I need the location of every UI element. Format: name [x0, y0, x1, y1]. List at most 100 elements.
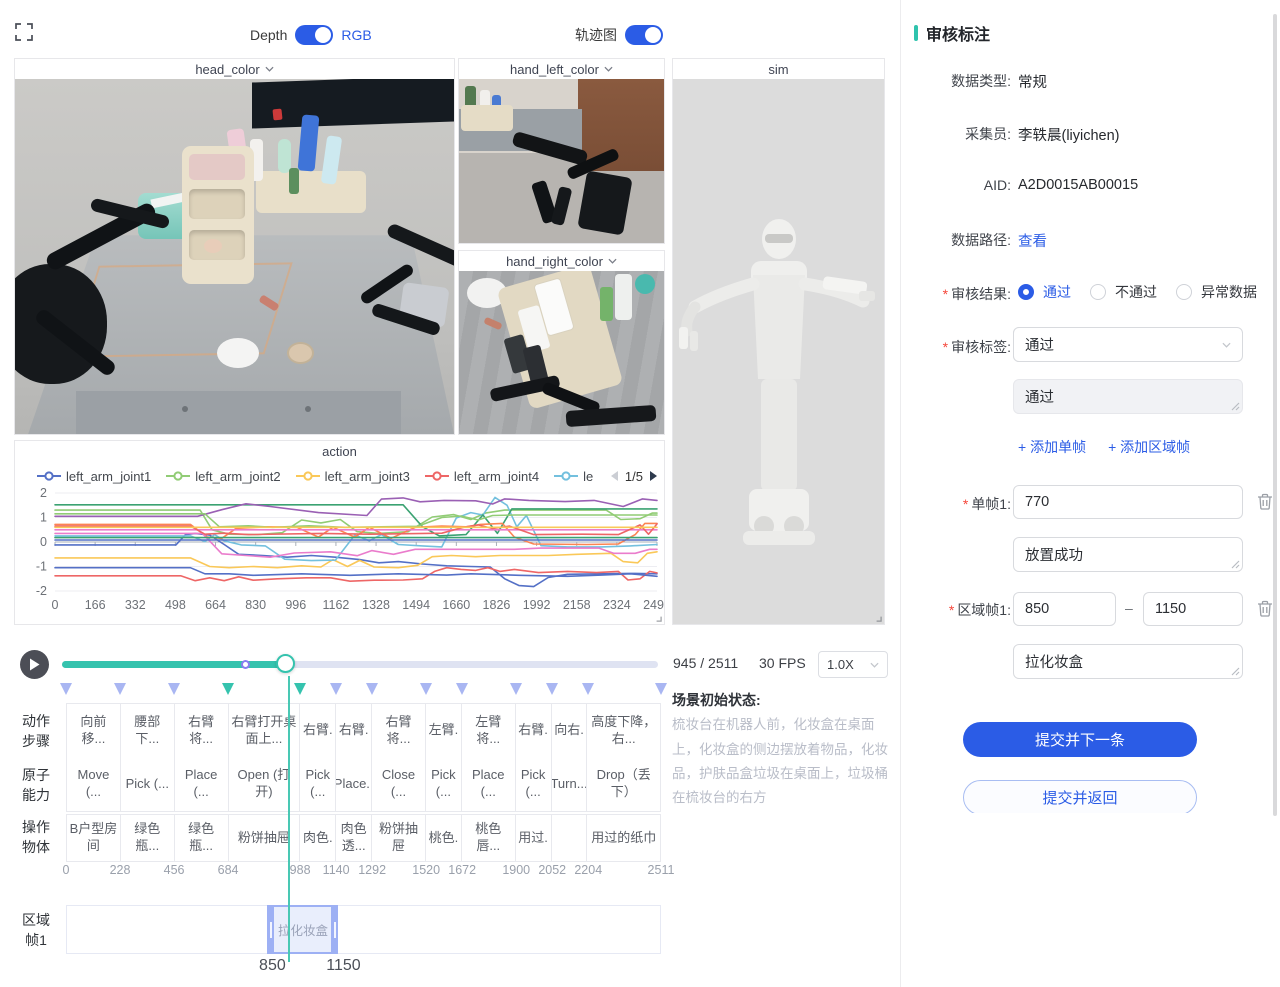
step-cell[interactable]: Pick (...: [121, 757, 175, 811]
review-tag-select[interactable]: 通过: [1013, 327, 1243, 362]
step-cell[interactable]: Pick (...: [516, 757, 552, 811]
legend-item-left_arm_joint4[interactable]: left_arm_joint4: [425, 469, 539, 484]
textarea-resize-icon[interactable]: [1231, 560, 1240, 569]
radio-pass[interactable]: [1018, 284, 1034, 300]
region-start-input[interactable]: 850: [1013, 592, 1116, 626]
playback-slider[interactable]: [62, 661, 658, 668]
timeline-marker[interactable]: [222, 683, 234, 695]
step-cell[interactable]: 右臂将...: [372, 704, 426, 757]
fullscreen-icon[interactable]: [14, 22, 34, 42]
radio-fail[interactable]: [1090, 284, 1106, 300]
step-cell[interactable]: 用过.: [516, 815, 552, 861]
radio-abnormal-label[interactable]: 异常数据: [1201, 282, 1257, 302]
step-cell[interactable]: 左臂将...: [462, 704, 516, 757]
segment-right-grip[interactable]: [331, 907, 338, 952]
timeline-marker[interactable]: [168, 683, 180, 695]
step-cell[interactable]: 向前移...: [67, 704, 121, 757]
timeline-marker[interactable]: [294, 683, 306, 695]
review-tag-note[interactable]: 通过: [1013, 379, 1243, 414]
timeline-marker[interactable]: [114, 683, 126, 695]
step-cell[interactable]: Place..: [336, 757, 372, 811]
segment-left-grip[interactable]: [267, 907, 274, 952]
step-cell[interactable]: B户型房间: [67, 815, 121, 861]
right-panel-scrollbar[interactable]: [1273, 14, 1277, 816]
depth-rgb-toggle[interactable]: [295, 25, 333, 45]
timeline-marker[interactable]: [60, 683, 72, 695]
step-cell[interactable]: 向右.: [552, 704, 588, 757]
step-cell[interactable]: Turn...: [552, 757, 588, 811]
single-frame-note[interactable]: 放置成功: [1013, 537, 1243, 572]
submit-return-button[interactable]: 提交并返回: [963, 780, 1197, 813]
next-page-icon[interactable]: [649, 470, 658, 482]
step-cell[interactable]: 桃色.: [426, 815, 462, 861]
prev-page-icon[interactable]: [610, 470, 619, 482]
step-cell[interactable]: Pick (...: [300, 757, 336, 811]
legend-item-le[interactable]: le: [554, 469, 593, 484]
objects-row: B户型房间绿色瓶...绿色瓶...粉饼抽屉肉色.肉色透...粉饼抽屉桃色.桃色唇…: [66, 814, 661, 862]
step-cell[interactable]: Move (...: [67, 757, 121, 811]
step-cell[interactable]: Pick (...: [426, 757, 462, 811]
step-cell[interactable]: 用过的纸巾: [587, 815, 660, 861]
data-path-link[interactable]: 查看: [1018, 230, 1047, 251]
step-cell[interactable]: 腰部下...: [121, 704, 175, 757]
step-cell[interactable]: 桃色唇...: [462, 815, 516, 861]
step-cell[interactable]: 绿色瓶...: [121, 815, 175, 861]
step-cell[interactable]: Drop（丢下）: [587, 757, 660, 811]
timeline-marker[interactable]: [655, 683, 667, 695]
playback-slider-handle[interactable]: [276, 654, 295, 673]
step-cell[interactable]: Open (打开): [229, 757, 301, 811]
add-single-frame-link[interactable]: + 添加单帧: [1018, 437, 1086, 457]
timeline-marker[interactable]: [456, 683, 468, 695]
timeline-marker[interactable]: [546, 683, 558, 695]
region-end-input[interactable]: 1150: [1143, 592, 1243, 626]
add-region-frame-link[interactable]: + 添加区域帧: [1108, 437, 1190, 457]
hand-left-color-header[interactable]: hand_left_color: [459, 59, 664, 79]
timeline-marker[interactable]: [582, 683, 594, 695]
legend-item-left_arm_joint2[interactable]: left_arm_joint2: [166, 469, 280, 484]
step-cell[interactable]: 粉饼抽屉: [372, 815, 426, 861]
submit-next-button[interactable]: 提交并下一条: [963, 722, 1197, 757]
speed-select[interactable]: 1.0X: [818, 651, 888, 678]
step-cell[interactable]: 肉色透...: [336, 815, 372, 861]
step-cell[interactable]: Close (...: [372, 757, 426, 811]
step-cell[interactable]: Place (...: [175, 757, 229, 811]
timeline-marker[interactable]: [330, 683, 342, 695]
hand-right-color-header[interactable]: hand_right_color: [459, 251, 664, 271]
step-cell[interactable]: Place (...: [462, 757, 516, 811]
timeline-marker[interactable]: [366, 683, 378, 695]
step-cell[interactable]: 右臂.: [516, 704, 552, 757]
step-cell[interactable]: 绿色瓶...: [175, 815, 229, 861]
step-cell[interactable]: 右臂.: [336, 704, 372, 757]
resize-handle-icon[interactable]: [873, 613, 882, 622]
radio-abnormal[interactable]: [1176, 284, 1192, 300]
region-frame-track[interactable]: 拉化妆盒: [66, 905, 661, 954]
trash-icon[interactable]: [1257, 600, 1273, 617]
step-cell[interactable]: 右臂将...: [175, 704, 229, 757]
textarea-resize-icon[interactable]: [1231, 667, 1240, 676]
trajectory-toggle[interactable]: [625, 25, 663, 45]
timeline-marker[interactable]: [510, 683, 522, 695]
svg-text:664: 664: [205, 598, 226, 612]
step-cell[interactable]: 粉饼抽屉: [229, 815, 301, 861]
resize-handle-icon[interactable]: [653, 613, 662, 622]
atomic-skill-row: Move (...Pick (...Place (...Open (打开)Pic…: [66, 757, 661, 812]
step-cell[interactable]: 肉色.: [300, 815, 336, 861]
radio-pass-label[interactable]: 通过: [1043, 282, 1071, 302]
step-cell[interactable]: 高度下降，右...: [587, 704, 660, 757]
radio-fail-label[interactable]: 不通过: [1115, 282, 1157, 302]
trash-icon[interactable]: [1257, 493, 1273, 510]
legend-item-left_arm_joint3[interactable]: left_arm_joint3: [296, 469, 410, 484]
timeline-marker[interactable]: [420, 683, 432, 695]
single-frame-input[interactable]: 770: [1013, 485, 1243, 519]
step-cell[interactable]: 右臂打开桌面上...: [229, 704, 301, 757]
region-frame-note[interactable]: 拉化妆盒: [1013, 644, 1243, 679]
head-color-header[interactable]: head_color: [15, 59, 454, 79]
region-frame-segment[interactable]: 拉化妆盒: [267, 905, 338, 954]
textarea-resize-icon[interactable]: [1231, 402, 1240, 411]
legend-item-left_arm_joint1[interactable]: left_arm_joint1: [37, 469, 151, 484]
play-button[interactable]: [20, 650, 49, 679]
step-cell[interactable]: 左臂.: [426, 704, 462, 757]
single-frame-marker-dot[interactable]: [241, 660, 250, 669]
step-cell[interactable]: 右臂.: [300, 704, 336, 757]
step-cell[interactable]: [552, 815, 588, 861]
